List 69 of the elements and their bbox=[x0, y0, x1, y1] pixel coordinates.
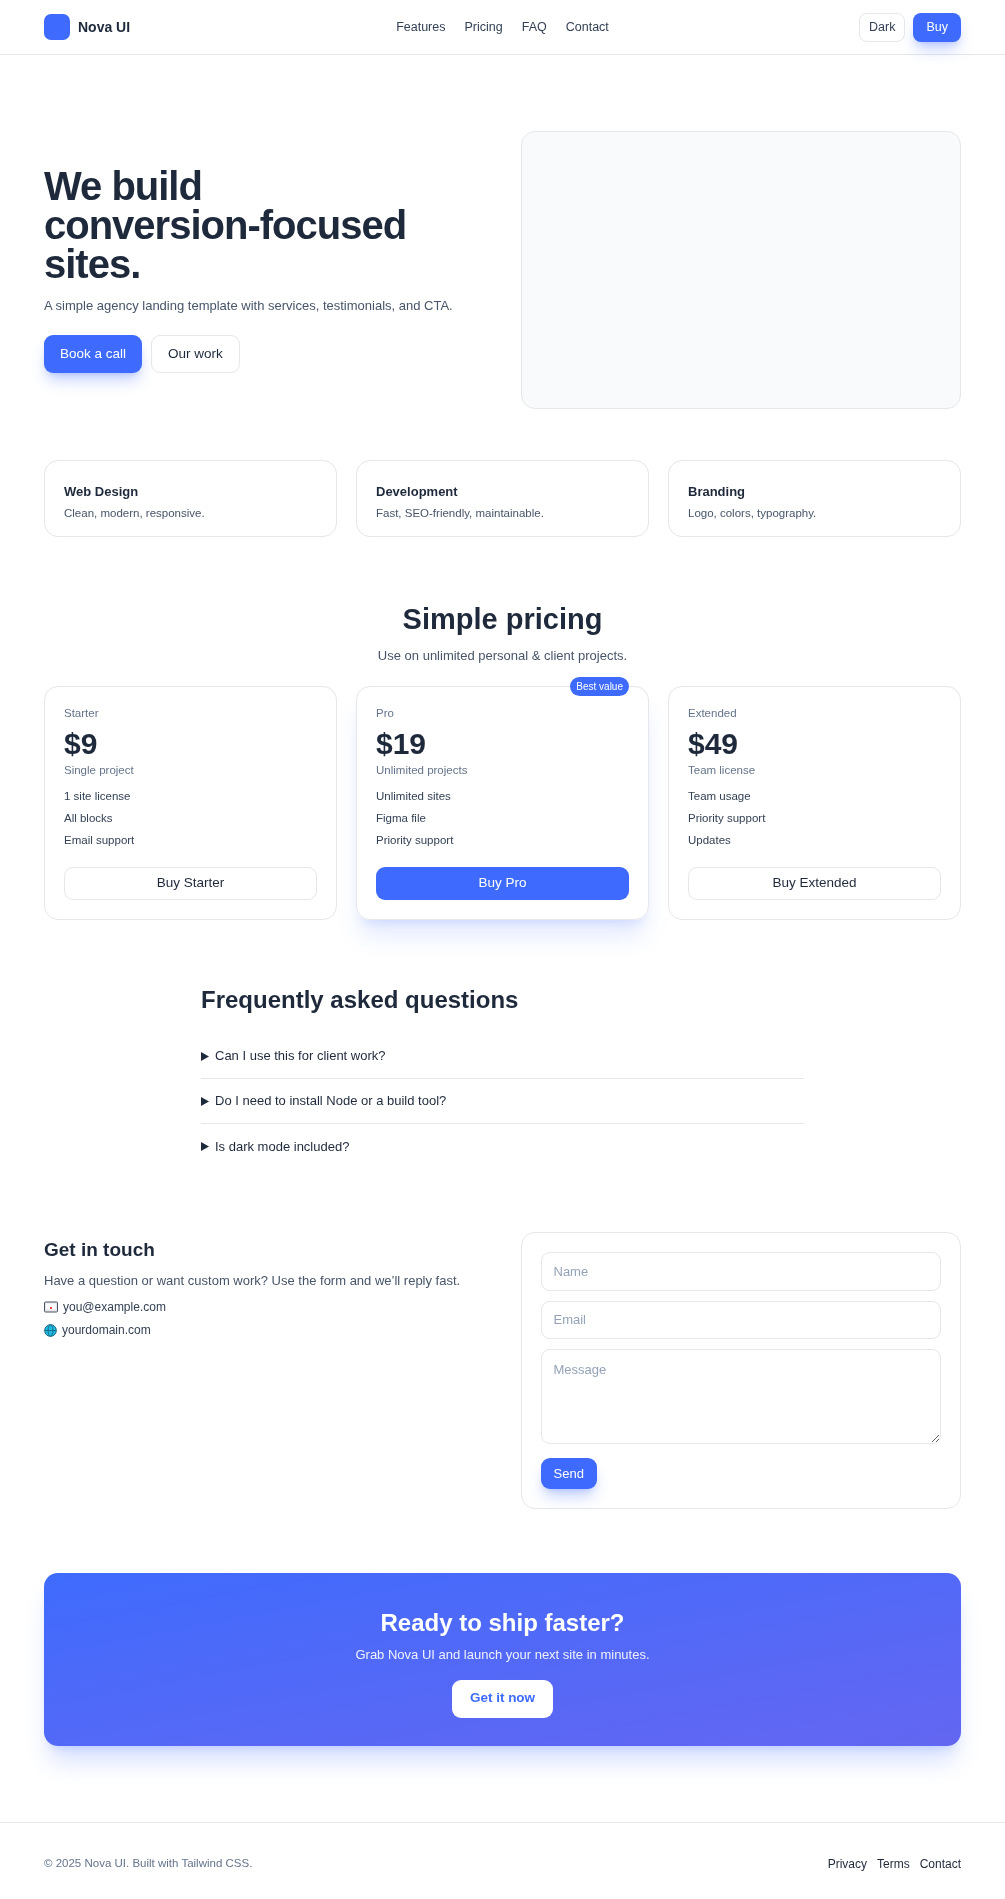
envelope-icon bbox=[44, 1301, 58, 1313]
plan-feature: Email support bbox=[64, 832, 136, 848]
email-input[interactable]: Email bbox=[540, 1300, 941, 1340]
nav-link[interactable]: Pricing bbox=[464, 17, 503, 37]
disclosure-triangle-icon bbox=[201, 1096, 209, 1106]
plan-name: Extended bbox=[688, 706, 738, 721]
our-work-button[interactable]: Our work bbox=[151, 335, 240, 374]
plan-buy-button[interactable]: Buy Pro bbox=[376, 866, 629, 900]
plan-note: Single project bbox=[64, 763, 135, 779]
plan-note: Unlimited projects bbox=[376, 763, 469, 779]
name-input[interactable]: Name bbox=[540, 1252, 941, 1291]
plan-feature: All blocks bbox=[64, 810, 114, 826]
service-title: Development bbox=[376, 483, 459, 501]
footer-link[interactable]: Contact bbox=[919, 1854, 961, 1873]
plan-feature: Team usage bbox=[688, 788, 752, 804]
contact-text: Have a question or want custom work? Use the form and we’ll reply fast. bbox=[44, 1271, 462, 1290]
book-call-button[interactable]: Book a call bbox=[44, 335, 143, 374]
service-description: Clean, modern, responsive. bbox=[64, 505, 206, 521]
faq-title: Frequently asked questions bbox=[201, 985, 520, 1015]
service-description: Fast, SEO-friendly, maintainable. bbox=[376, 505, 545, 521]
send-button[interactable]: Send bbox=[540, 1458, 597, 1489]
brand-name[interactable]: Nova UI bbox=[78, 16, 131, 38]
service-description: Logo, colors, typography. bbox=[688, 505, 818, 521]
plan-price: $49 bbox=[688, 726, 740, 763]
globe-icon bbox=[44, 1323, 57, 1337]
hero-subtitle: A simple agency landing template with services, testimonials, and CTA. bbox=[44, 296, 454, 315]
faq-item[interactable]: Can I use this for client work? bbox=[201, 1034, 804, 1079]
plan-name: Pro bbox=[376, 706, 395, 721]
pricing-title: Simple pricing bbox=[401, 602, 604, 637]
plan-feature: 1 site license bbox=[64, 788, 132, 804]
service-title: Branding bbox=[688, 483, 747, 501]
faq-question: Is dark mode included? bbox=[215, 1137, 350, 1156]
faq-item[interactable]: Do I need to install Node or a build tool? bbox=[201, 1079, 804, 1124]
get-it-now-button[interactable]: Get it now bbox=[451, 1679, 554, 1718]
dark-mode-button[interactable]: Dark bbox=[859, 12, 906, 42]
plan-feature: Unlimited sites bbox=[376, 788, 452, 804]
faq-question: Do I need to install Node or a build tool? bbox=[215, 1092, 447, 1111]
pricing-subtitle: Use on unlimited personal & client projects. bbox=[376, 646, 629, 665]
disclosure-triangle-icon bbox=[201, 1142, 209, 1151]
best-value-badge: Best value bbox=[570, 677, 629, 696]
buy-button[interactable]: Buy bbox=[913, 12, 961, 42]
faq-item[interactable]: Is dark mode included? bbox=[201, 1124, 804, 1169]
plan-buy-button[interactable]: Buy Extended bbox=[688, 866, 941, 900]
service-title: Web Design bbox=[64, 483, 140, 501]
website-link[interactable]: yourdomain.com bbox=[62, 1321, 151, 1339]
plan-buy-button[interactable]: Buy Starter bbox=[64, 866, 317, 900]
contact-title: Get in touch bbox=[44, 1238, 156, 1262]
message-input[interactable]: Message bbox=[540, 1349, 941, 1445]
nav-link[interactable]: FAQ bbox=[521, 17, 547, 37]
plan-note: Team license bbox=[688, 763, 757, 779]
cta-title: Ready to ship faster? bbox=[380, 1608, 625, 1638]
nav-link[interactable]: Features bbox=[396, 17, 446, 37]
cta-text: Grab Nova UI and launch your next site in minutes. bbox=[355, 1646, 650, 1664]
plan-feature: Priority support bbox=[688, 810, 767, 826]
email-link[interactable]: you@example.com bbox=[63, 1298, 166, 1316]
plan-price: $9 bbox=[64, 726, 99, 763]
footer-link[interactable]: Privacy bbox=[827, 1854, 867, 1873]
plan-feature: Updates bbox=[688, 832, 732, 848]
plan-price: $19 bbox=[376, 726, 428, 763]
faq-question: Can I use this for client work? bbox=[215, 1047, 386, 1066]
footer-link[interactable]: Terms bbox=[876, 1854, 910, 1873]
hero-title: We build conversion-focused sites. bbox=[44, 166, 408, 284]
plan-feature: Priority support bbox=[376, 832, 455, 848]
copyright-text: © 2025 Nova UI. Built with Tailwind CSS. bbox=[44, 1855, 253, 1871]
plan-name: Starter bbox=[64, 706, 100, 721]
disclosure-triangle-icon bbox=[201, 1051, 209, 1061]
plan-feature: Figma file bbox=[376, 810, 427, 826]
logo-icon bbox=[44, 14, 70, 40]
nav-link[interactable]: Contact bbox=[565, 17, 609, 37]
